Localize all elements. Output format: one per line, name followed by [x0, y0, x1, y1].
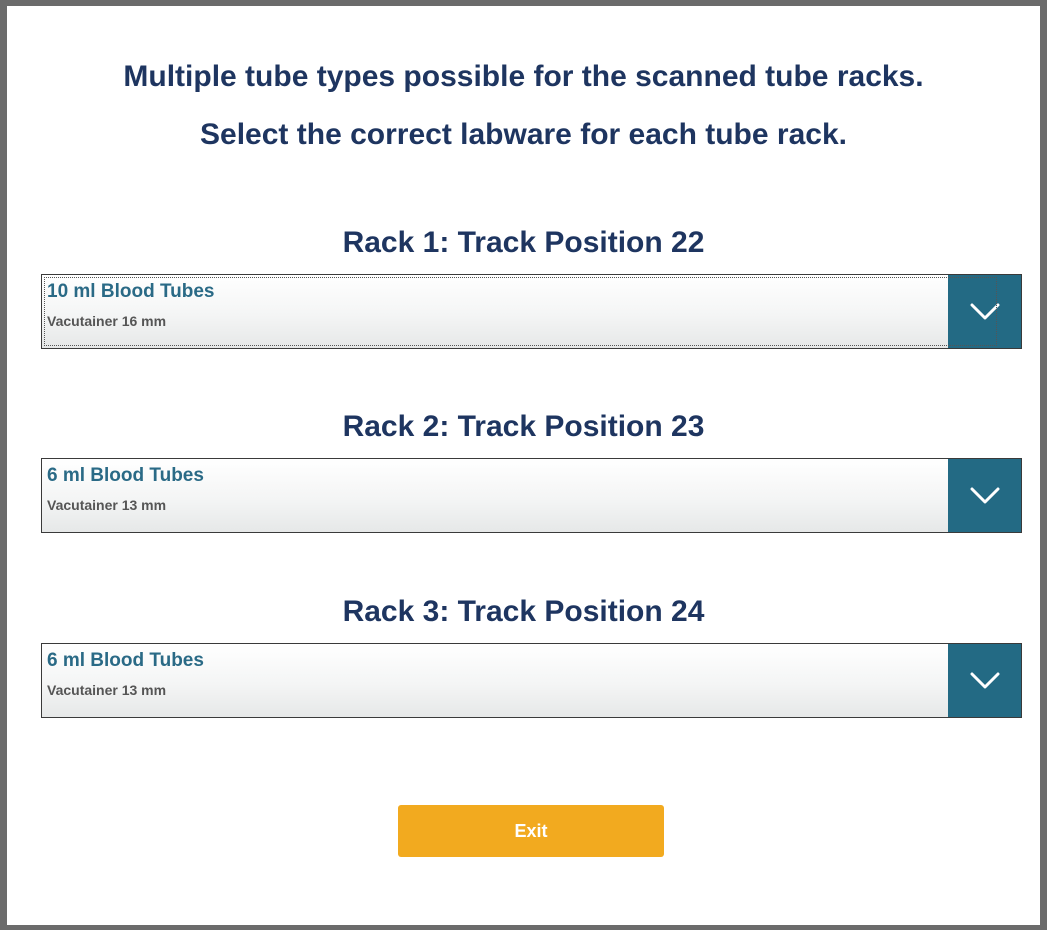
exit-button[interactable]: Exit	[398, 805, 664, 857]
labware-selection-dialog: Multiple tube types possible for the sca…	[0, 0, 1047, 930]
rack-2-selected-labware-detail: Vacutainer 13 mm	[47, 497, 167, 513]
rack-1-selected-labware-detail: Vacutainer 16 mm	[47, 313, 167, 329]
rack-2-title: Rack 2: Track Position 23	[342, 410, 705, 443]
chevron-down-icon	[970, 303, 999, 319]
rack-3-title: Rack 3: Track Position 24	[342, 595, 705, 628]
rack-2-selected-labware: 6 ml Blood Tubes	[47, 465, 204, 486]
rack-3-selected-labware-detail: Vacutainer 13 mm	[47, 682, 167, 698]
rack-2-labware-dropdown[interactable]: 6 ml Blood Tubes Vacutainer 13 mm	[41, 458, 1022, 533]
rack-3-dropdown-button[interactable]	[948, 644, 1021, 717]
rack-1-title: Rack 1: Track Position 22	[342, 226, 705, 259]
dialog-heading-line-2: Select the correct labware for each tube…	[200, 118, 847, 151]
rack-2-dropdown-button[interactable]	[948, 459, 1021, 532]
chevron-down-icon	[970, 672, 999, 688]
rack-1-selected-labware: 10 ml Blood Tubes	[47, 281, 215, 302]
rack-3-selected-labware: 6 ml Blood Tubes	[47, 650, 204, 671]
rack-3-labware-dropdown[interactable]: 6 ml Blood Tubes Vacutainer 13 mm	[41, 643, 1022, 718]
chevron-down-icon	[970, 487, 999, 503]
rack-1-dropdown-button[interactable]	[948, 275, 1021, 348]
dialog-heading-line-1: Multiple tube types possible for the sca…	[123, 60, 924, 93]
rack-1-labware-dropdown[interactable]: 10 ml Blood Tubes Vacutainer 16 mm	[41, 274, 1022, 349]
